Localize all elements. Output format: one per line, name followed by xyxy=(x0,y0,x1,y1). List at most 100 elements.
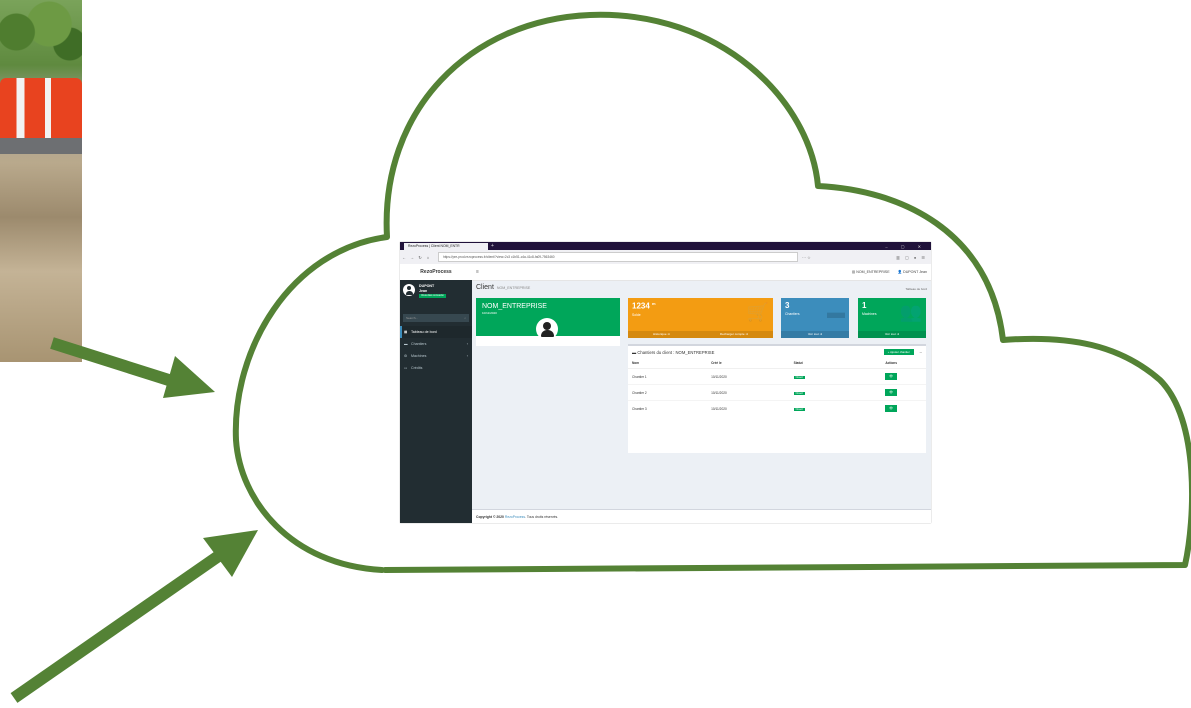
cell-date: 10/11/2020 xyxy=(707,384,790,401)
footer-suffix: . Tous droits réservés. xyxy=(525,515,559,519)
cell-statut: Ouvert xyxy=(789,400,857,416)
breadcrumb[interactable]: Tableau de bord xyxy=(905,287,927,291)
browser-navbar: ← → ↻ ⌂ https://pre-prod.rezoprocess.fr/… xyxy=(400,250,931,264)
window-controls[interactable]: – ▢ ✕ xyxy=(885,244,931,249)
forward-icon[interactable]: → xyxy=(408,255,416,260)
tools-icon: ⚙ xyxy=(404,354,408,358)
browser-chrome: RezoProcess | Client NOM_ENTR + – ▢ ✕ ← … xyxy=(400,242,931,264)
cell-nom: Chantier 1 xyxy=(628,368,708,385)
chantiers-see-all-link[interactable]: Voir tout ➜ xyxy=(808,331,822,338)
view-button[interactable]: 👁 xyxy=(885,389,898,396)
users-icon: 👥 xyxy=(899,302,922,322)
solde-recharge-label: Recharger compte xyxy=(719,332,745,336)
browser-tabbar: RezoProcess | Client NOM_ENTR + – ▢ ✕ xyxy=(400,242,931,250)
reload-icon[interactable]: ↻ xyxy=(416,255,424,260)
cell-statut: Ouvert xyxy=(789,384,857,401)
table-title: ▬ Chantiers du client : NOM_ENTREPRISE xyxy=(632,349,715,355)
cell-statut: Ouvert xyxy=(789,368,857,385)
header-company[interactable]: ▥ NOM_ENTREPRISE xyxy=(852,270,890,274)
sidebar-item-label: Crédits xyxy=(411,366,423,370)
status-badge: Ouvert xyxy=(793,407,805,411)
back-icon[interactable]: ← xyxy=(400,255,408,260)
client-avatar-icon xyxy=(536,318,558,340)
url-bar[interactable]: https://pre-prod.rezoprocess.fr/client/?… xyxy=(438,252,798,262)
solde-history-label: Historique xyxy=(653,332,667,336)
user-firstname: Jean xyxy=(419,288,428,293)
cell-nom: Chantier 2 xyxy=(628,384,708,401)
client-name: NOM_ENTREPRISE xyxy=(482,303,547,310)
cell-date: 10/11/2020 xyxy=(707,368,790,385)
briefcase-icon: ▬ xyxy=(827,302,845,322)
status-badge: Ouvert xyxy=(793,375,805,379)
add-chantier-button[interactable]: + Ajouter chantier xyxy=(883,349,914,355)
app-footer: Copyright © 2020 RezoProcess. Tous droit… xyxy=(472,509,931,523)
cell-actions: 👁 xyxy=(856,400,926,416)
credit-card-icon: ▭ xyxy=(404,366,408,370)
table-row: Chantier 2 10/11/2020 Ouvert 👁 xyxy=(628,384,926,401)
cell-nom: Chantier 3 xyxy=(628,400,708,416)
table-header-row: Nom Créé le Statut Actions xyxy=(628,358,926,369)
main-content: Client NOM_ENTREPRISE Tableau de bord NOM… xyxy=(472,280,931,523)
solde-recharge-link[interactable]: Recharger compte ➜ xyxy=(720,331,748,338)
table-row: Chantier 1 10/11/2020 Ouvert 👁 xyxy=(628,368,926,385)
menu-toggle-icon[interactable]: ≡ xyxy=(476,269,479,275)
search-placeholder: Search... xyxy=(406,316,419,320)
solde-value: 1234 xyxy=(632,301,650,311)
col-nom: Nom xyxy=(628,358,708,369)
view-button[interactable]: 👁 xyxy=(885,373,898,380)
new-tab-icon[interactable]: + xyxy=(491,243,494,249)
col-statut: Statut xyxy=(789,358,857,369)
chantiers-see-all-label: Voir tout xyxy=(807,332,819,336)
user-avatar-icon xyxy=(403,284,415,296)
table-title-text: Chantiers du client : NOM_ENTREPRISE xyxy=(637,349,715,355)
sidebar-item-machines[interactable]: ⚙ Machines ‹ xyxy=(400,350,472,362)
page-actions-icon[interactable]: ··· ☆ xyxy=(802,255,811,260)
home-icon[interactable]: ⌂ xyxy=(424,255,432,260)
cart-icon: 🛒 xyxy=(746,302,769,322)
page-title-text: Client xyxy=(476,284,494,291)
sidebar-search-input[interactable]: Search... ⌕ xyxy=(403,314,469,322)
extension-icons[interactable]: ▥ ▢ ● ☰ xyxy=(896,255,931,260)
solde-history-link[interactable]: Historique ➜ xyxy=(653,331,670,338)
view-button[interactable]: 👁 xyxy=(885,405,898,412)
app-screenshot: RezoProcess | Client NOM_ENTR + – ▢ ✕ ← … xyxy=(400,242,931,523)
user-status-badge: Vous êtes connecté xyxy=(419,294,446,299)
client-date: 10/11/2020 xyxy=(482,311,497,315)
sidebar-item-label: Machines xyxy=(411,354,427,358)
app-brand[interactable]: RezoProcess xyxy=(400,269,472,275)
stat-box-machines: 1 Machines 👥 Voir tout ➜ xyxy=(858,298,926,338)
header-user-label: DUPONT Jean xyxy=(903,270,927,274)
col-actions: Actions xyxy=(856,358,926,369)
sidebar: DUPONT Jean Vous êtes connecté Search...… xyxy=(400,280,472,523)
arrow-from-photo xyxy=(50,337,215,398)
solde-unit: m xyxy=(652,301,656,306)
client-card: NOM_ENTREPRISE 10/11/2020 xyxy=(476,298,620,346)
sidebar-item-credits[interactable]: ▭ Crédits xyxy=(400,362,472,374)
user-panel: DUPONT Jean Vous êtes connecté xyxy=(400,280,472,310)
cell-actions: 👁 xyxy=(856,368,926,385)
collapse-icon[interactable]: – xyxy=(920,350,922,355)
footer-brand-link[interactable]: RezoProcess xyxy=(505,515,525,519)
sidebar-item-label: Chantiers xyxy=(411,342,427,346)
header-company-label: NOM_ENTREPRISE xyxy=(856,270,890,274)
sidebar-item-label: Tableau de bord xyxy=(411,330,437,334)
table-row: Chantier 3 10/11/2020 Ouvert 👁 xyxy=(628,400,926,416)
machines-see-all-label: Voir tout xyxy=(884,332,896,336)
arrow-from-bottom xyxy=(10,530,258,703)
stat-box-solde: 1234 m Solde 🛒 Historique ➜ Recharger co… xyxy=(628,298,773,338)
page-title: Client NOM_ENTREPRISE xyxy=(476,284,530,291)
chantiers-table: Nom Créé le Statut Actions Chantier 1 10… xyxy=(628,358,926,416)
search-icon[interactable]: ⌕ xyxy=(464,314,466,322)
briefcase-icon: ▬ xyxy=(404,342,408,346)
sidebar-item-dashboard[interactable]: ▦ Tableau de bord xyxy=(400,326,472,338)
machines-see-all-link[interactable]: Voir tout ➜ xyxy=(885,331,899,338)
stat-box-chantiers: 3 Chantiers ▬ Voir tout ➜ xyxy=(781,298,849,338)
page-subtitle: NOM_ENTREPRISE xyxy=(496,286,531,290)
chantiers-table-box: ▬ Chantiers du client : NOM_ENTREPRISE +… xyxy=(628,344,926,453)
browser-tab[interactable]: RezoProcess | Client NOM_ENTR xyxy=(404,242,488,250)
add-chantier-label: Ajouter chantier xyxy=(890,350,910,354)
dashboard-icon: ▦ xyxy=(404,330,408,334)
sidebar-item-chantiers[interactable]: ▬ Chantiers ‹ xyxy=(400,338,472,350)
header-user[interactable]: 👤 DUPONT Jean xyxy=(898,270,927,274)
status-badge: Ouvert xyxy=(793,391,805,395)
